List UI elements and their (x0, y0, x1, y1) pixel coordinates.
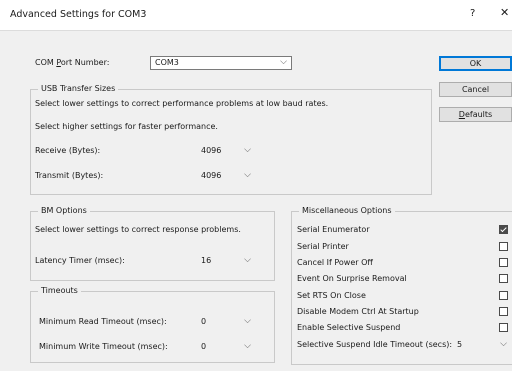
idle-timeout-value: 5 (457, 340, 463, 349)
option-label: Set RTS On Close (297, 291, 366, 300)
help-button[interactable]: ? (470, 8, 475, 19)
write-timeout-label: Minimum Write Timeout (msec): (39, 342, 168, 351)
chevron-down-icon: ⌵ (244, 145, 251, 155)
bm-options-legend: BM Options (38, 206, 90, 215)
option-label: Cancel If Power Off (297, 258, 373, 267)
transmit-value: 4096 (201, 171, 222, 180)
transmit-select[interactable]: 4096 ⌵ (196, 169, 256, 183)
close-button[interactable]: ✕ (500, 6, 509, 19)
title-bar: Advanced Settings for COM3 ? ✕ (0, 0, 512, 31)
write-timeout-value: 0 (201, 342, 207, 351)
chevron-down-icon: ⌵ (244, 316, 251, 326)
idle-timeout-select[interactable]: 5 ⌵ (452, 338, 512, 352)
timeouts-legend: Timeouts (38, 286, 81, 295)
com-port-select[interactable]: COM3 ⌵ (150, 56, 292, 70)
usb-hint-lower: Select lower settings to correct perform… (35, 99, 329, 108)
receive-value: 4096 (201, 146, 222, 155)
serial-enumerator-checkbox[interactable] (499, 225, 508, 234)
transmit-label: Transmit (Bytes): (35, 171, 104, 180)
chevron-down-icon: ⌵ (244, 255, 251, 265)
misc-options-legend: Miscellaneous Options (299, 206, 395, 215)
read-timeout-label: Minimum Read Timeout (msec): (39, 317, 167, 326)
option-label: Serial Printer (297, 242, 349, 251)
serial-printer-checkbox[interactable] (499, 242, 508, 251)
disable-modem-ctrl-checkbox[interactable] (499, 307, 508, 316)
usb-hint-higher: Select higher settings for faster perfor… (35, 122, 218, 131)
set-rts-on-close-checkbox[interactable] (499, 291, 508, 300)
com-port-label: COM Port Number: (35, 58, 110, 67)
idle-timeout-label: Selective Suspend Idle Timeout (secs): (297, 340, 453, 349)
defaults-button[interactable]: Defaults (439, 107, 512, 122)
receive-label: Receive (Bytes): (35, 146, 101, 155)
option-label: Event On Surprise Removal (297, 274, 407, 283)
receive-select[interactable]: 4096 ⌵ (196, 144, 256, 158)
enable-selective-suspend-checkbox[interactable] (499, 323, 508, 332)
chevron-down-icon: ⌵ (244, 170, 251, 180)
chevron-down-icon: ⌵ (500, 339, 507, 349)
event-on-surprise-removal-checkbox[interactable] (499, 274, 508, 283)
latency-value: 16 (201, 256, 212, 265)
option-label: Enable Selective Suspend (297, 323, 401, 332)
cancel-button[interactable]: Cancel (439, 82, 512, 97)
com-port-value: COM3 (155, 58, 179, 67)
latency-label: Latency Timer (msec): (35, 256, 125, 265)
read-timeout-select[interactable]: 0 ⌵ (196, 315, 256, 329)
usb-transfer-legend: USB Transfer Sizes (38, 84, 119, 93)
latency-select[interactable]: 16 ⌵ (196, 254, 256, 268)
option-label: Disable Modem Ctrl At Startup (297, 307, 419, 316)
ok-button[interactable]: OK (439, 56, 512, 71)
read-timeout-value: 0 (201, 317, 207, 326)
chevron-down-icon: ⌵ (280, 57, 287, 67)
cancel-if-power-off-checkbox[interactable] (499, 258, 508, 267)
write-timeout-select[interactable]: 0 ⌵ (196, 340, 256, 354)
chevron-down-icon: ⌵ (244, 341, 251, 351)
bm-hint: Select lower settings to correct respons… (35, 225, 241, 234)
bm-options-group: BM Options (30, 206, 275, 281)
option-label: Serial Enumerator (297, 225, 370, 234)
window-title: Advanced Settings for COM3 (10, 9, 147, 20)
